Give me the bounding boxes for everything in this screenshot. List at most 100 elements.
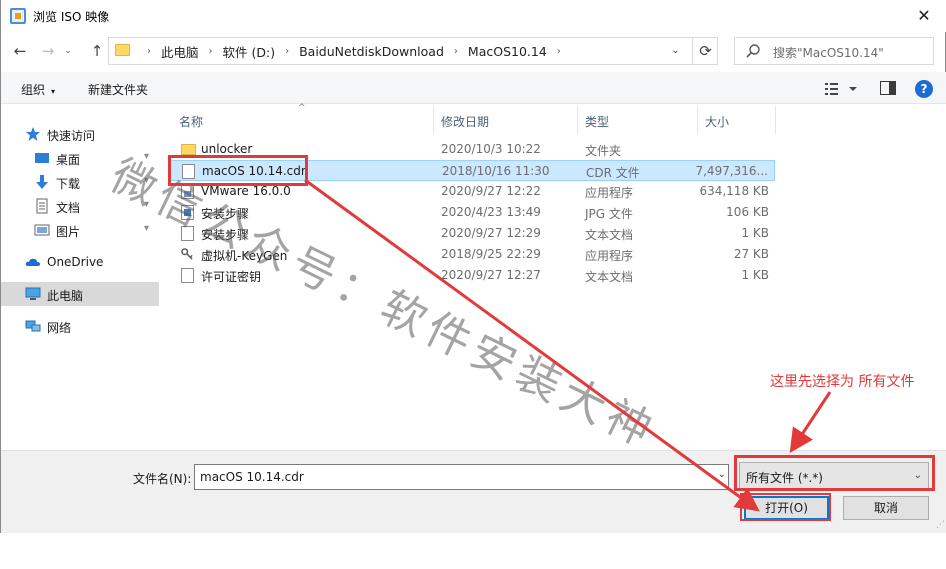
file-name: 许可证密钥: [201, 270, 262, 284]
sidebar-item-documents[interactable]: 文档 ▾: [1, 194, 159, 218]
forward-arrow-icon[interactable]: →: [37, 40, 59, 62]
column-divider[interactable]: [697, 106, 698, 134]
chevron-down-icon[interactable]: ⌄: [718, 469, 726, 480]
file-date: 2020/9/27 12:29: [441, 226, 541, 240]
resize-grip-icon[interactable]: ⋰: [936, 520, 945, 530]
help-icon[interactable]: ?: [915, 80, 933, 98]
file-size: 106 KB: [726, 205, 769, 219]
document-icon: [36, 198, 48, 214]
sidebar-item-label: 下载: [56, 177, 81, 191]
filename-field[interactable]: macOS 10.14.cdr ⌄: [194, 464, 729, 490]
file-date: 2018/9/25 22:29: [441, 247, 541, 261]
breadcrumb-this-pc[interactable]: 此电脑: [161, 42, 199, 61]
sidebar-item-label: OneDrive: [47, 255, 104, 269]
pin-icon: ▾: [144, 223, 150, 234]
breadcrumb-macos[interactable]: MacOS10.14: [468, 44, 547, 59]
breadcrumb-drive-d[interactable]: 软件 (D:): [223, 42, 276, 61]
preview-pane-icon[interactable]: [880, 81, 896, 95]
file-size: 1 KB: [741, 268, 769, 282]
breadcrumb-separator[interactable]: ›: [557, 46, 561, 57]
column-header-size[interactable]: 大小: [705, 113, 729, 130]
file-size: 27 KB: [733, 247, 769, 261]
download-icon: [36, 175, 48, 189]
file-date: 2020/10/3 10:22: [441, 142, 541, 156]
view-options-icon[interactable]: [824, 81, 864, 97]
address-history-chevron-icon[interactable]: ⌄: [662, 38, 688, 64]
refresh-icon[interactable]: ⟳: [692, 38, 718, 64]
star-icon: [26, 127, 40, 141]
new-folder-button[interactable]: 新建文件夹: [88, 81, 148, 98]
file-name: 安装步骤: [201, 207, 250, 221]
address-bar[interactable]: › 此电脑 › 软件 (D:) › BaiduNetdiskDownload ›…: [108, 37, 718, 65]
file-type: JPG 文件: [585, 207, 633, 221]
search-placeholder: 搜索"MacOS10.14": [773, 46, 884, 60]
search-input[interactable]: 搜索"MacOS10.14": [734, 37, 934, 65]
cancel-button[interactable]: 取消: [843, 496, 929, 520]
breadcrumb: › 此电脑 › 软件 (D:) › BaiduNetdiskDownload ›…: [137, 38, 571, 64]
sidebar-item-quick-access[interactable]: 快速访问: [1, 122, 159, 146]
up-arrow-icon[interactable]: ↑: [86, 40, 108, 62]
sidebar-item-label: 文档: [56, 201, 81, 215]
close-button[interactable]: ✕: [901, 0, 946, 32]
file-type: 文本文档: [585, 270, 634, 284]
column-divider[interactable]: [577, 106, 578, 134]
network-icon: [25, 320, 41, 332]
text-file-icon: [181, 226, 194, 241]
column-divider[interactable]: [433, 106, 434, 134]
file-date: 2020/4/23 13:49: [441, 205, 541, 219]
breadcrumb-baidu-download[interactable]: BaiduNetdiskDownload: [299, 44, 444, 59]
breadcrumb-separator[interactable]: ›: [147, 46, 151, 57]
column-divider[interactable]: [775, 106, 776, 134]
vmware-app-icon: [10, 8, 26, 24]
column-header-name[interactable]: 名称: [179, 113, 203, 130]
file-type: 应用程序: [585, 249, 634, 263]
file-size: 1 KB: [741, 226, 769, 240]
desktop-icon: [35, 153, 49, 163]
command-toolbar: 组织 ▾ 新建文件夹 ?: [1, 72, 946, 104]
open-button[interactable]: 打开(O): [744, 496, 829, 520]
file-row-macos-cdr[interactable]: macOS 10.14.cdr 2018/10/16 11:30 CDR 文件 …: [169, 160, 775, 181]
file-row-install-steps-jpg[interactable]: 安装步骤 2020/4/23 13:49 JPG 文件 106 KB: [169, 202, 775, 223]
picture-icon: [34, 224, 50, 236]
file-row-vmware[interactable]: VMware 16.0.0 2020/9/27 12:22 应用程序 634,1…: [169, 181, 775, 202]
column-header-row: ^ 名称 修改日期 类型 大小: [163, 103, 946, 134]
file-type-select[interactable]: 所有文件 (*.*) ⌄: [739, 462, 929, 490]
file-row-keygen[interactable]: 虚拟机-KeyGen 2018/9/25 22:29 应用程序 27 KB: [169, 244, 775, 265]
column-header-type[interactable]: 类型: [585, 113, 609, 130]
sidebar-item-pictures[interactable]: 图片 ▾: [1, 218, 159, 242]
breadcrumb-separator[interactable]: ›: [454, 46, 458, 57]
file-date: 2020/9/27 12:22: [441, 184, 541, 198]
sidebar-item-this-pc[interactable]: 此电脑: [1, 282, 159, 306]
file-row-install-steps-txt[interactable]: 安装步骤 2020/9/27 12:29 文本文档 1 KB: [169, 223, 775, 244]
breadcrumb-separator[interactable]: ›: [285, 46, 289, 57]
dialog-footer: 文件名(N): macOS 10.14.cdr ⌄ 所有文件 (*.*) ⌄ 打…: [1, 450, 946, 533]
title-bar: 浏览 ISO 映像 ✕: [1, 0, 946, 32]
sidebar-item-label: 快速访问: [47, 129, 96, 143]
navigation-pane: 快速访问 桌面 ▾ 下载 ▾ 文档 ▾ 图片 ▾ OneDrive 此电脑 网络: [1, 104, 161, 450]
image-file-icon: [181, 205, 194, 220]
file-list: ^ 名称 修改日期 类型 大小 unlocker 2020/10/3 10:22…: [163, 103, 946, 450]
file-name: 安装步骤: [201, 228, 250, 242]
file-date: 2020/9/27 12:27: [441, 268, 541, 282]
file-type: 文本文档: [585, 228, 634, 242]
sidebar-item-desktop[interactable]: 桌面 ▾: [1, 146, 159, 170]
sidebar-item-label: 桌面: [56, 153, 81, 167]
column-header-date[interactable]: 修改日期: [441, 113, 489, 130]
folder-icon: [115, 44, 130, 56]
file-row-unlocker[interactable]: unlocker 2020/10/3 10:22 文件夹: [169, 139, 775, 160]
file-type-value: 所有文件 (*.*): [746, 471, 823, 485]
file-name: 虚拟机-KeyGen: [201, 249, 288, 263]
sidebar-item-onedrive[interactable]: OneDrive: [1, 250, 159, 274]
organize-menu-button[interactable]: 组织 ▾: [21, 81, 55, 98]
text-file-icon: [181, 268, 194, 283]
breadcrumb-separator[interactable]: ›: [209, 46, 213, 57]
sidebar-item-network[interactable]: 网络: [1, 314, 159, 338]
file-type: 应用程序: [585, 186, 634, 200]
key-icon: [181, 248, 193, 260]
back-arrow-icon[interactable]: ←: [9, 40, 31, 62]
file-row-license-key[interactable]: 许可证密钥 2020/9/27 12:27 文本文档 1 KB: [169, 265, 775, 286]
file-type: CDR 文件: [586, 166, 640, 180]
organize-label: 组织: [21, 83, 46, 97]
recent-locations-chevron-icon[interactable]: ⌄: [61, 40, 75, 62]
sidebar-item-downloads[interactable]: 下载 ▾: [1, 170, 159, 194]
